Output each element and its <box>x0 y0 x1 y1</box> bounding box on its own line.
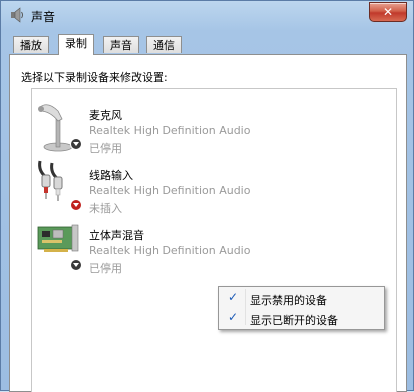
device-driver: Realtek High Definition Audio <box>89 124 251 137</box>
device-status: 已停用 <box>89 262 122 275</box>
title-bar[interactable]: 声音 ✕ <box>1 1 413 29</box>
device-name: 线路输入 <box>89 169 133 182</box>
close-button[interactable]: ✕ <box>369 2 407 22</box>
context-menu: ✓ 显示禁用的设备 ✓ 显示已断开的设备 <box>218 286 385 330</box>
disabled-badge-icon <box>70 138 82 150</box>
check-icon: ✓ <box>227 290 239 304</box>
tab-recording[interactable]: 录制 <box>58 34 94 55</box>
menu-item-show-disabled-devices[interactable]: ✓ 显示禁用的设备 <box>219 288 384 308</box>
recording-device-list[interactable]: 麦克风 Realtek High Definition Audio 已停用 线路… <box>31 88 397 392</box>
device-item-line-in[interactable]: 线路输入 Realtek High Definition Audio 未插入 <box>32 157 392 217</box>
disabled-badge-icon <box>70 259 82 271</box>
tab-playback[interactable]: 播放 <box>13 36 49 53</box>
window-title: 声音 <box>31 10 56 24</box>
device-item-stereo-mix[interactable]: 立体声混音 Realtek High Definition Audio 已停用 <box>32 217 392 277</box>
unplugged-badge-icon <box>70 199 82 211</box>
menu-item-label: 显示已断开的设备 <box>250 314 338 327</box>
device-status: 已停用 <box>89 142 122 155</box>
close-icon: ✕ <box>382 5 394 19</box>
tab-communications[interactable]: 通信 <box>146 36 182 53</box>
check-icon: ✓ <box>227 310 239 324</box>
device-item-microphone[interactable]: 麦克风 Realtek High Definition Audio 已停用 <box>32 97 392 157</box>
speaker-icon <box>11 7 23 23</box>
tab-sounds[interactable]: 声音 <box>103 36 139 53</box>
menu-item-show-disconnected-devices[interactable]: ✓ 显示已断开的设备 <box>219 308 384 328</box>
device-name: 立体声混音 <box>89 229 144 242</box>
device-status: 未插入 <box>89 202 122 215</box>
tab-strip: 播放 录制 声音 通信 <box>11 34 407 55</box>
device-driver: Realtek High Definition Audio <box>89 184 251 197</box>
instruction-text: 选择以下录制设备来修改设置: <box>21 71 168 84</box>
device-name: 麦克风 <box>89 109 122 122</box>
sound-dialog: 声音 ✕ 播放 录制 声音 通信 选择以下录制设备来修改设置: 麦克风 Real… <box>0 0 414 392</box>
device-driver: Realtek High Definition Audio <box>89 244 251 257</box>
menu-item-label: 显示禁用的设备 <box>250 294 327 307</box>
